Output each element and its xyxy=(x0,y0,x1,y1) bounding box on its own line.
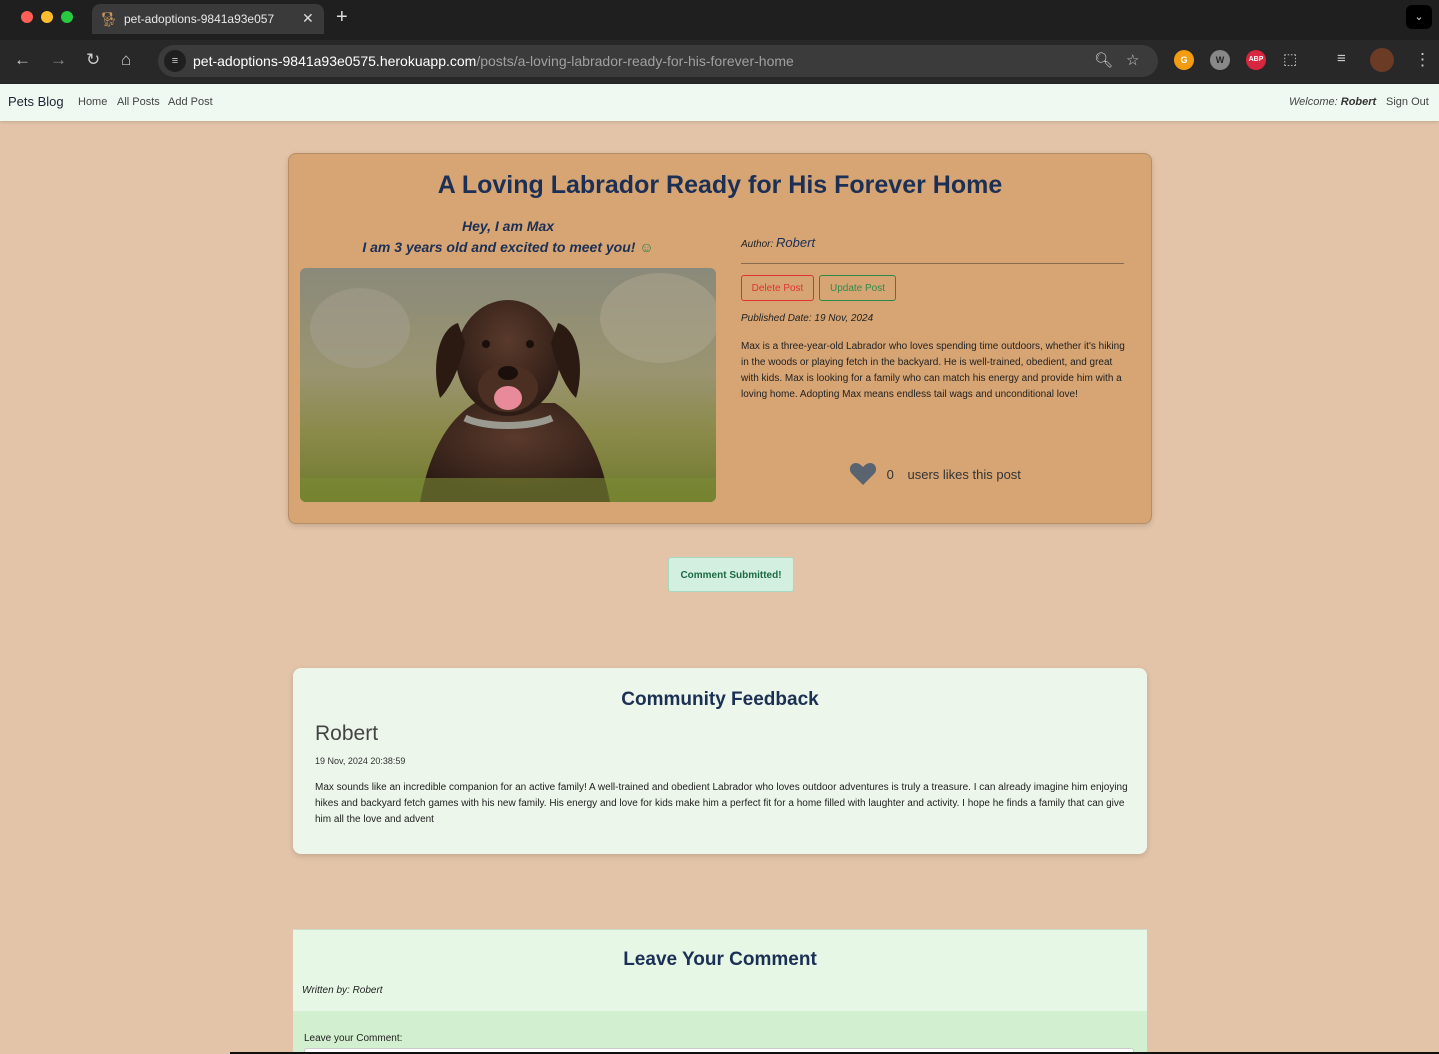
profile-avatar[interactable] xyxy=(1370,48,1394,72)
tab-close-icon[interactable]: ✕ xyxy=(302,10,314,27)
community-feedback-card: Community Feedback Robert 19 Nov, 2024 2… xyxy=(293,668,1147,854)
browser-tab-active[interactable]: 🐕︎ pet-adoptions-9841a93e057 ✕ xyxy=(92,4,324,34)
nav-add-post[interactable]: Add Post xyxy=(168,96,213,108)
post-title: A Loving Labrador Ready for His Forever … xyxy=(437,171,1003,199)
divider xyxy=(741,263,1124,264)
sign-out-link[interactable]: Sign Out xyxy=(1386,96,1429,108)
smiley-icon: ☺ xyxy=(639,239,654,255)
leave-comment-section: Leave Your Comment Written by: Robert Le… xyxy=(293,929,1147,1054)
likes-row: 0 users likes this post xyxy=(849,462,1021,488)
delete-post-button[interactable]: Delete Post xyxy=(741,275,814,301)
post-author: Author: Robert xyxy=(741,235,816,250)
new-tab-icon[interactable]: + xyxy=(336,6,348,29)
site-navbar: Pets Blog Home All Posts Add Post Welcom… xyxy=(0,84,1439,121)
forward-arrow-icon[interactable]: → xyxy=(50,50,67,70)
likes-text: users likes this post xyxy=(907,466,1021,482)
comment-author: Robert xyxy=(315,722,379,745)
written-by: Written by: Robert xyxy=(302,985,383,996)
dog-photo xyxy=(300,268,716,502)
leave-comment-title: Leave Your Comment xyxy=(623,949,817,970)
tab-title: pet-adoptions-9841a93e057 xyxy=(124,12,275,26)
post-body: Max is a three-year-old Labrador who lov… xyxy=(741,341,1125,400)
extension-w-icon[interactable]: W xyxy=(1210,50,1230,70)
browser-toolbar: ← → ↻ ⌂ ≡ pet-adoptions-9841a93e0575.her… xyxy=(0,40,1439,84)
browser-menu-icon[interactable]: ⋮ xyxy=(1414,50,1431,70)
comment-body: Max sounds like an incredible companion … xyxy=(315,782,1128,825)
close-window-button[interactable] xyxy=(21,11,33,23)
media-controls-icon[interactable]: ≡ xyxy=(1337,50,1346,67)
nav-all-posts[interactable]: All Posts xyxy=(117,96,160,108)
extensions-puzzle-icon[interactable]: ⬚ xyxy=(1283,50,1297,68)
reload-icon[interactable]: ↻ xyxy=(86,50,100,70)
update-post-button[interactable]: Update Post xyxy=(819,275,896,301)
post-card: A Loving Labrador Ready for His Forever … xyxy=(288,153,1152,524)
site-info-icon[interactable]: ≡ xyxy=(164,50,186,72)
published-date: Published Date: 19 Nov, 2024 xyxy=(741,313,874,324)
brand-logo[interactable]: Pets Blog xyxy=(8,94,64,109)
adblock-icon[interactable]: ABP xyxy=(1246,50,1266,70)
tab-search-icon[interactable]: ⌄ xyxy=(1406,5,1432,29)
minimize-window-button[interactable] xyxy=(41,11,53,23)
extension-g-icon[interactable]: G xyxy=(1174,50,1194,70)
welcome-message: Welcome: Robert xyxy=(1289,96,1377,108)
zoom-icon[interactable]: 🔍︎ xyxy=(1094,51,1113,69)
address-bar[interactable]: ≡ pet-adoptions-9841a93e0575.herokuapp.c… xyxy=(158,45,1158,77)
comment-label: Leave your Comment: xyxy=(304,1033,403,1044)
maximize-window-button[interactable] xyxy=(61,11,73,23)
back-arrow-icon[interactable]: ← xyxy=(14,50,31,70)
comment-submitted-alert: Comment Submitted! xyxy=(668,557,794,592)
comment-date: 19 Nov, 2024 20:38:59 xyxy=(315,756,406,766)
intro-line-1: Hey, I am Max xyxy=(461,218,555,234)
likes-count: 0 xyxy=(886,466,894,482)
url-text[interactable]: pet-adoptions-9841a93e0575.herokuapp.com… xyxy=(193,53,794,69)
feedback-title: Community Feedback xyxy=(621,689,819,710)
home-icon[interactable]: ⌂ xyxy=(121,50,131,70)
bookmark-star-icon[interactable]: ☆ xyxy=(1126,51,1139,69)
browser-tabbar: 🐕︎ pet-adoptions-9841a93e057 ✕ + ⌄ xyxy=(0,0,1439,40)
dog-favicon-icon: 🐕︎ xyxy=(100,11,118,27)
comment-form: Leave your Comment: xyxy=(293,1011,1147,1054)
nav-home[interactable]: Home xyxy=(78,96,107,108)
intro-line-2: I am 3 years old and excited to meet you… xyxy=(362,239,654,255)
pet-intro: Hey, I am Max I am 3 years old and excit… xyxy=(299,216,717,258)
heart-icon[interactable] xyxy=(849,462,877,489)
